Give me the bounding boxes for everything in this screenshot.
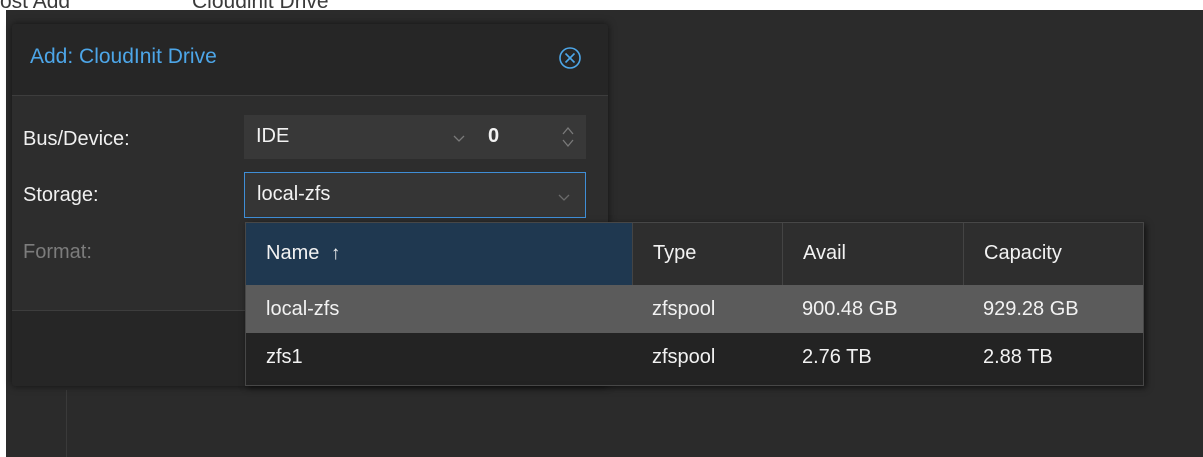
chevron-down-icon[interactable]: [557, 187, 571, 210]
bus-select-value: IDE: [256, 125, 290, 147]
storage-select[interactable]: local-zfs: [244, 172, 586, 218]
column-capacity-label: Capacity: [984, 242, 1062, 264]
dialog-header: Add: CloudInit Drive: [12, 24, 608, 93]
row-name: local-zfs: [266, 298, 340, 320]
chevron-down-icon[interactable]: [452, 128, 466, 151]
row-type: zfspool: [652, 346, 716, 368]
row-avail: 2.76 TB: [802, 346, 872, 368]
format-label: Format:: [23, 241, 92, 263]
column-name-label: Name: [266, 242, 320, 264]
row-capacity: 2.88 TB: [983, 346, 1053, 368]
column-avail-label: Avail: [803, 242, 846, 264]
storage-select-value: local-zfs: [257, 183, 331, 205]
storage-label: Storage:: [23, 184, 99, 206]
column-header-avail[interactable]: Avail: [783, 223, 964, 285]
column-type-label: Type: [653, 242, 697, 264]
row-name: zfs1: [266, 346, 303, 368]
column-header-capacity[interactable]: Capacity: [964, 223, 1143, 285]
spinner-arrows-icon[interactable]: [560, 123, 576, 157]
table-row[interactable]: local-zfs zfspool 900.48 GB 929.28 GB: [246, 285, 1143, 333]
device-number-value: 0: [488, 125, 500, 147]
column-header-type[interactable]: Type: [633, 223, 783, 285]
close-circle-icon[interactable]: [558, 46, 582, 70]
bus-device-label: Bus/Device:: [23, 128, 130, 150]
row-avail: 900.48 GB: [802, 298, 898, 320]
table-row[interactable]: zfs1 zfspool 2.76 TB 2.88 TB: [246, 333, 1143, 381]
dialog-title: Add: CloudInit Drive: [30, 45, 217, 68]
row-type: zfspool: [652, 298, 716, 320]
row-capacity: 929.28 GB: [983, 298, 1079, 320]
column-header-name[interactable]: Name ↑: [246, 223, 633, 285]
storage-dropdown-grid: Name ↑ Type Avail Capacity local-zfs zfs…: [245, 222, 1144, 386]
grid-header: Name ↑ Type Avail Capacity: [246, 223, 1143, 285]
bus-select[interactable]: IDE: [244, 115, 480, 159]
sort-ascending-icon: ↑: [330, 243, 341, 264]
device-number-spinner[interactable]: 0: [480, 115, 586, 159]
panel-divider: [66, 390, 67, 457]
